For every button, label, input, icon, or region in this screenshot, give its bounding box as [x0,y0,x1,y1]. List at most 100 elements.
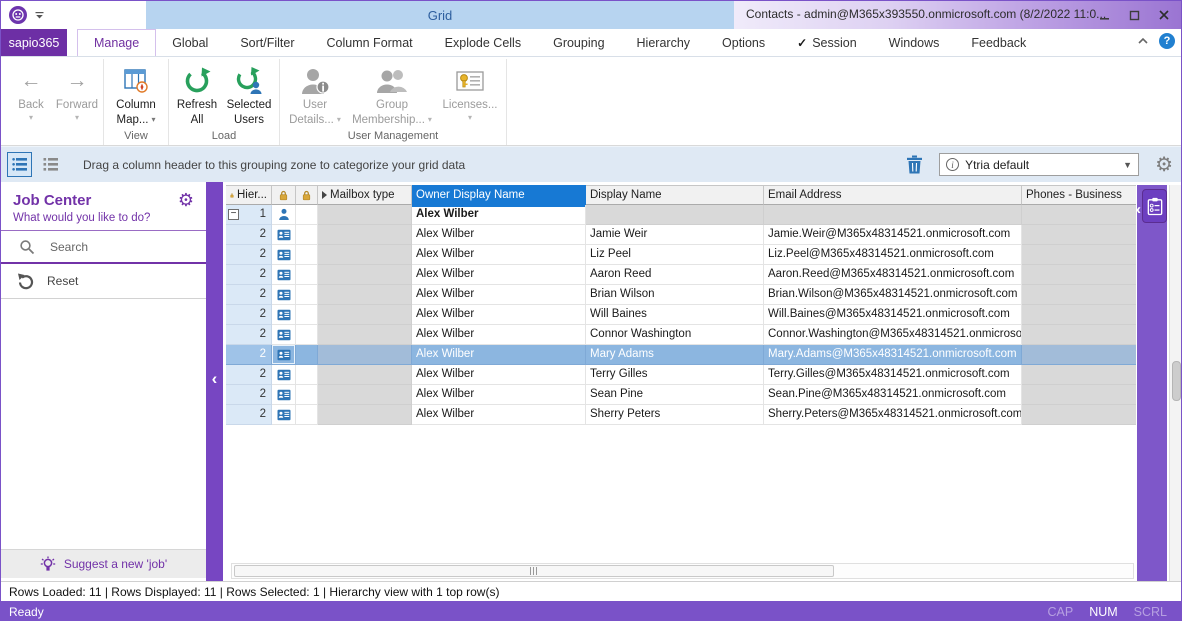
blank-cell[interactable] [296,305,318,325]
display-cell[interactable]: Jamie Weir [586,225,764,245]
user-details-button[interactable]: User Details...▾ [283,59,347,127]
tab-manage[interactable]: Manage [77,29,156,56]
display-cell[interactable] [586,205,764,225]
column-header-lock-2[interactable] [296,185,318,205]
user-type-cell[interactable] [272,265,296,285]
refresh-all-button[interactable]: Refresh All [172,59,222,127]
mailbox-type-cell[interactable] [318,305,412,325]
email-cell[interactable]: Liz.Peel@M365x48314521.onmicrosoft.com [764,245,1022,265]
vertical-scrollbar-thumb[interactable] [1172,361,1181,401]
user-type-cell[interactable] [272,365,296,385]
email-cell[interactable] [764,205,1022,225]
user-type-cell[interactable] [272,205,296,225]
blank-cell[interactable] [296,325,318,345]
mailbox-type-cell[interactable] [318,385,412,405]
hierarchy-cell[interactable]: −1 [226,205,272,225]
tab-column-format[interactable]: Column Format [311,29,429,56]
grouping-zone-hint[interactable]: Drag a column header to this grouping zo… [83,158,465,172]
display-cell[interactable]: Will Baines [586,305,764,325]
table-row[interactable]: −2 Alex Wilber Mary Adams Mary.Adams@M36… [226,345,1136,365]
user-type-cell[interactable] [272,405,296,425]
tab-sort-filter[interactable]: Sort/Filter [224,29,310,56]
mailbox-type-cell[interactable] [318,325,412,345]
vertical-scrollbar[interactable] [1169,185,1182,581]
table-row[interactable]: −2 Alex Wilber Aaron Reed Aaron.Reed@M36… [226,265,1136,285]
mailbox-type-cell[interactable] [318,345,412,365]
hierarchy-cell[interactable]: −2 [226,265,272,285]
column-header-owner-display-name[interactable]: Owner Display Name [412,185,586,205]
user-type-cell[interactable] [272,225,296,245]
minimize-button[interactable] [1089,2,1119,28]
phones-cell[interactable] [1022,345,1136,365]
display-cell[interactable]: Sherry Peters [586,405,764,425]
email-cell[interactable]: Sherry.Peters@M365x48314521.onmicrosoft.… [764,405,1022,425]
hierarchy-cell[interactable]: −2 [226,365,272,385]
owner-cell[interactable]: Alex Wilber [412,305,586,325]
phones-cell[interactable] [1022,205,1136,225]
blank-cell[interactable] [296,205,318,225]
job-list-panel-button[interactable] [1142,189,1167,223]
qat-dropdown-icon[interactable] [35,11,44,20]
email-cell[interactable]: Aaron.Reed@M365x48314521.onmicrosoft.com [764,265,1022,285]
table-row[interactable]: −2 Alex Wilber Brian Wilson Brian.Wilson… [226,285,1136,305]
phones-cell[interactable] [1022,225,1136,245]
sidebar-collapse-splitter[interactable]: ‹ [206,182,223,581]
blank-cell[interactable] [296,265,318,285]
column-header-hierarchy[interactable]: Hier... [226,185,272,205]
mailbox-type-cell[interactable] [318,405,412,425]
email-cell[interactable]: Terry.Gilles@M365x48314521.onmicrosoft.c… [764,365,1022,385]
user-type-cell[interactable] [272,285,296,305]
email-cell[interactable]: Will.Baines@M365x48314521.onmicrosoft.co… [764,305,1022,325]
hierarchy-view-toggle[interactable] [7,152,32,177]
email-cell[interactable]: Sean.Pine@M365x48314521.onmicrosoft.com [764,385,1022,405]
close-button[interactable] [1149,2,1179,28]
mailbox-type-cell[interactable] [318,285,412,305]
blank-cell[interactable] [296,385,318,405]
flat-view-toggle[interactable] [38,152,63,177]
column-map-button[interactable]: Column Map...▾ [107,59,165,127]
table-row[interactable]: −2 Alex Wilber Will Baines Will.Baines@M… [226,305,1136,325]
help-icon[interactable]: ? [1159,33,1175,49]
blank-cell[interactable] [296,405,318,425]
table-row[interactable]: −2 Alex Wilber Jamie Weir Jamie.Weir@M36… [226,225,1136,245]
phones-cell[interactable] [1022,265,1136,285]
display-cell[interactable]: Sean Pine [586,385,764,405]
owner-cell[interactable]: Alex Wilber [412,405,586,425]
blank-cell[interactable] [296,365,318,385]
email-cell[interactable]: Mary.Adams@M365x48314521.onmicrosoft.com [764,345,1022,365]
display-cell[interactable]: Mary Adams [586,345,764,365]
view-settings-gear-icon[interactable]: ⚙ [1155,155,1173,175]
phones-cell[interactable] [1022,385,1136,405]
phones-cell[interactable] [1022,245,1136,265]
column-header-display-name[interactable]: Display Name [586,185,764,205]
column-header-mailbox-type[interactable]: Mailbox type [318,185,412,205]
table-row[interactable]: −2 Alex Wilber Connor Washington Connor.… [226,325,1136,345]
hierarchy-cell[interactable]: −2 [226,305,272,325]
display-cell[interactable]: Terry Gilles [586,365,764,385]
tab-sapio365[interactable]: sapio365 [1,29,67,56]
mailbox-type-cell[interactable] [318,265,412,285]
email-cell[interactable]: Connor.Washington@M365x48314521.onmicros… [764,325,1022,345]
owner-cell[interactable]: Alex Wilber [412,365,586,385]
column-header-email-address[interactable]: Email Address [764,185,1022,205]
horizontal-scrollbar[interactable] [231,563,1134,579]
blank-cell[interactable] [296,225,318,245]
display-cell[interactable]: Connor Washington [586,325,764,345]
owner-cell[interactable]: Alex Wilber [412,205,586,225]
hierarchy-cell[interactable]: −2 [226,225,272,245]
chevron-left-icon[interactable]: ‹ [1136,201,1141,218]
table-row[interactable]: −1 Alex Wilber [226,205,1136,225]
user-type-cell[interactable] [272,345,296,365]
phones-cell[interactable] [1022,325,1136,345]
back-button[interactable]: ← Back ▾ [8,59,54,122]
table-row[interactable]: −2 Alex Wilber Liz Peel Liz.Peel@M365x48… [226,245,1136,265]
tab-global[interactable]: Global [156,29,224,56]
user-type-cell[interactable] [272,325,296,345]
tab-hierarchy[interactable]: Hierarchy [621,29,707,56]
suggest-job-button[interactable]: Suggest a new 'job' [1,549,206,578]
horizontal-scrollbar-thumb[interactable] [234,565,834,577]
collapse-ribbon-icon[interactable] [1137,37,1149,45]
blank-cell[interactable] [296,345,318,365]
hierarchy-cell[interactable]: −2 [226,285,272,305]
job-center-gear-icon[interactable]: ⚙ [178,191,194,209]
